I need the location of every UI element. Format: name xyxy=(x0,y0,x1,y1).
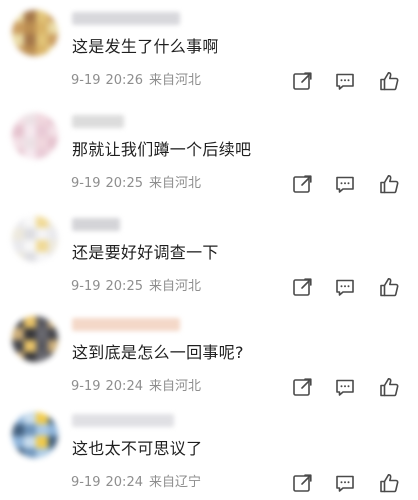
comment-time: 20:25 xyxy=(105,279,143,294)
comment-meta: 9-19 20:25 来自河北 xyxy=(71,279,201,295)
like-icon[interactable] xyxy=(378,376,400,398)
comment-text: 这也太不可思议了 xyxy=(72,439,203,458)
comment-icon[interactable] xyxy=(334,276,356,298)
share-icon[interactable] xyxy=(291,276,313,298)
comment-item: 这是发生了什么事啊 9-19 20:26 来自河北 xyxy=(0,0,418,98)
comment-date: 9-19 xyxy=(71,279,101,294)
avatar[interactable] xyxy=(12,216,58,262)
comment-location: 来自河北 xyxy=(148,176,201,191)
comment-time: 20:24 xyxy=(105,475,143,490)
username-blurred[interactable] xyxy=(72,218,120,231)
comment-item: 这也太不可思议了 9-19 20:24 来自辽宁 xyxy=(0,402,418,500)
comment-meta: 9-19 20:24 来自辽宁 xyxy=(71,475,201,491)
like-icon[interactable] xyxy=(378,276,400,298)
like-icon[interactable] xyxy=(378,70,400,92)
comment-location: 来自河北 xyxy=(148,73,201,88)
comment-item: 还是要好好调查一下 9-19 20:25 来自河北 xyxy=(0,206,418,304)
share-icon[interactable] xyxy=(291,472,313,494)
comment-date: 9-19 xyxy=(71,475,101,490)
comment-time: 20:25 xyxy=(105,176,143,191)
comment-date: 9-19 xyxy=(71,379,101,394)
username-blurred[interactable] xyxy=(72,318,180,331)
comment-location: 来自河北 xyxy=(148,379,201,394)
comment-text: 还是要好好调查一下 xyxy=(72,243,219,262)
avatar[interactable] xyxy=(12,10,58,56)
comment-meta: 9-19 20:25 来自河北 xyxy=(71,176,201,192)
comment-time: 20:26 xyxy=(105,73,143,88)
like-icon[interactable] xyxy=(378,472,400,494)
comment-date: 9-19 xyxy=(71,73,101,88)
like-icon[interactable] xyxy=(378,173,400,195)
comment-location: 来自河北 xyxy=(148,279,201,294)
comment-text: 这是发生了什么事啊 xyxy=(72,37,219,56)
comment-icon[interactable] xyxy=(334,472,356,494)
comment-text: 那就让我们蹲一个后续吧 xyxy=(72,140,252,159)
comment-icon[interactable] xyxy=(334,376,356,398)
comment-icon[interactable] xyxy=(334,173,356,195)
avatar[interactable] xyxy=(12,316,58,362)
comment-date: 9-19 xyxy=(71,176,101,191)
username-blurred[interactable] xyxy=(72,414,174,427)
comment-item: 这到底是怎么一回事呢? 9-19 20:24 来自河北 xyxy=(0,306,418,404)
comment-time: 20:24 xyxy=(105,379,143,394)
username-blurred[interactable] xyxy=(72,115,124,128)
share-icon[interactable] xyxy=(291,173,313,195)
comment-item: 那就让我们蹲一个后续吧 9-19 20:25 来自河北 xyxy=(0,103,418,201)
share-icon[interactable] xyxy=(291,70,313,92)
comment-meta: 9-19 20:26 来自河北 xyxy=(71,73,201,89)
avatar[interactable] xyxy=(12,412,58,458)
comment-text: 这到底是怎么一回事呢? xyxy=(72,343,244,362)
avatar[interactable] xyxy=(12,113,58,159)
username-blurred[interactable] xyxy=(72,12,180,25)
comment-icon[interactable] xyxy=(334,70,356,92)
share-icon[interactable] xyxy=(291,376,313,398)
comment-meta: 9-19 20:24 来自河北 xyxy=(71,379,201,395)
comment-location: 来自辽宁 xyxy=(148,475,201,490)
